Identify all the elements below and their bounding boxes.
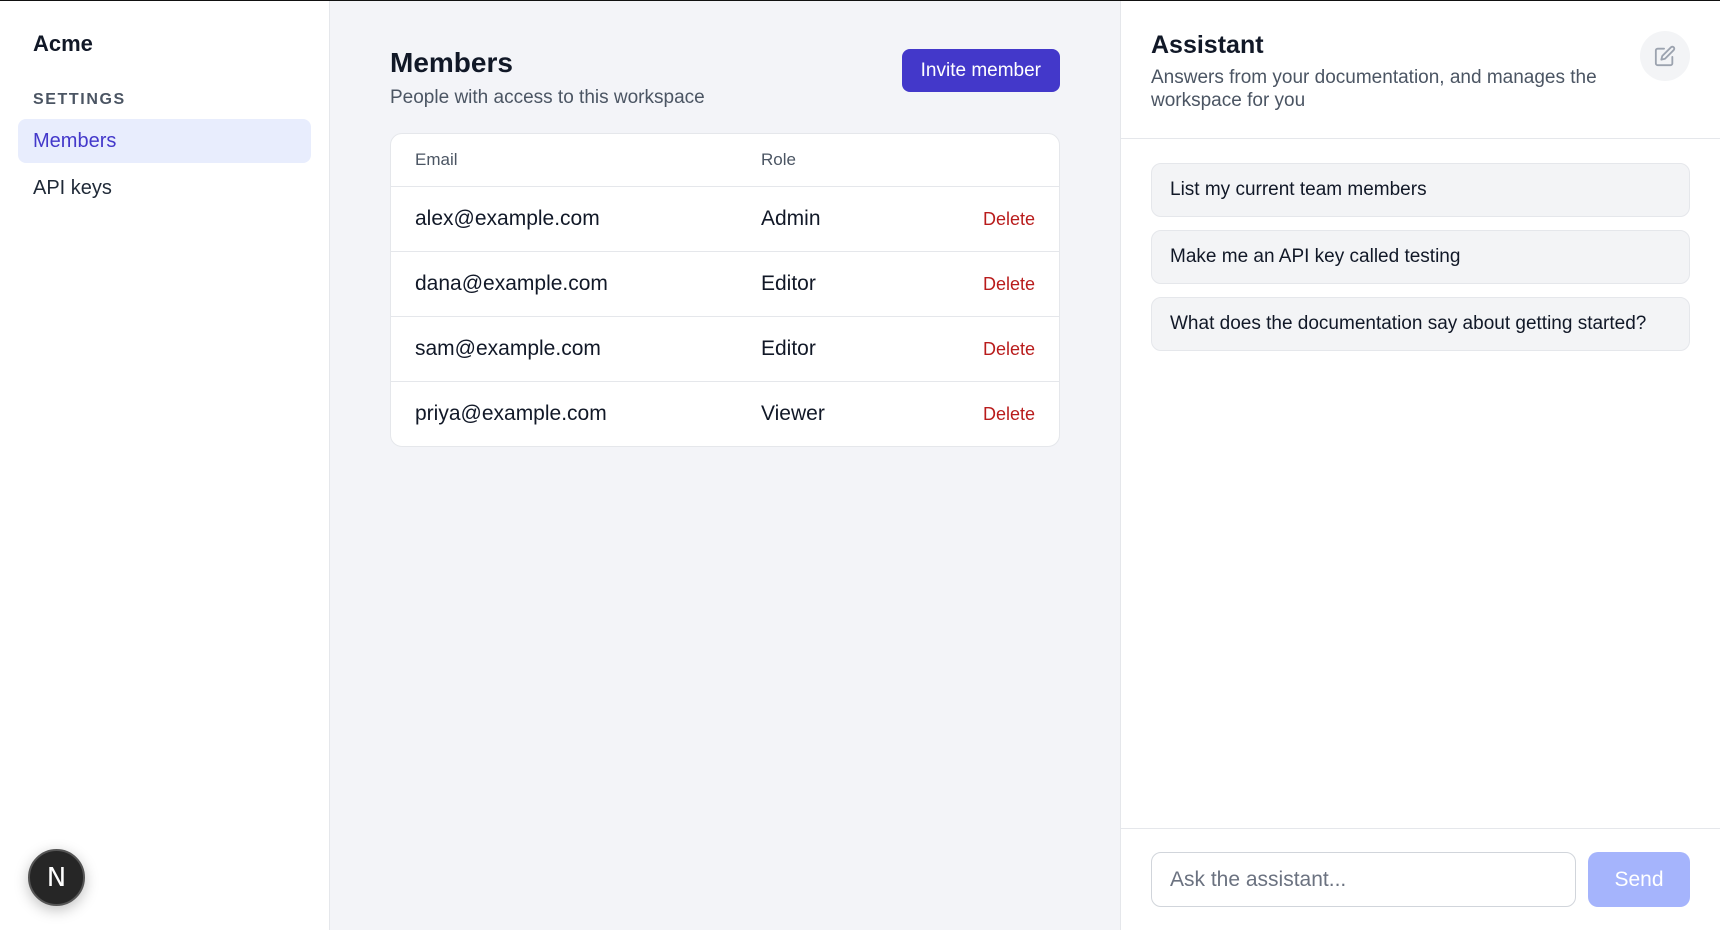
member-email: priya@example.com: [415, 402, 607, 425]
assistant-subtitle: Answers from your documentation, and man…: [1151, 67, 1597, 111]
members-table: Email Role alex@example.com Admin Delete…: [390, 133, 1060, 447]
assistant-panel: Assistant Answers from your documentatio…: [1120, 1, 1720, 930]
page-subtitle: People with access to this workspace: [390, 87, 705, 108]
member-email: alex@example.com: [415, 207, 600, 230]
nextjs-badge-button[interactable]: N: [28, 849, 85, 906]
member-email: dana@example.com: [415, 272, 608, 295]
n-logo-icon: N: [46, 862, 67, 893]
send-button[interactable]: Send: [1588, 852, 1690, 907]
delete-member-button[interactable]: Delete: [983, 209, 1035, 229]
member-role: Viewer: [761, 402, 825, 425]
member-role: Editor: [761, 337, 816, 360]
sidebar: Acme SETTINGS Members API keys N: [0, 1, 330, 930]
sidebar-item-api-keys[interactable]: API keys: [18, 166, 311, 210]
table-header-row: Email Role: [391, 134, 1059, 186]
members-panel: Members People with access to this works…: [330, 1, 1120, 930]
suggestion-chip[interactable]: List my current team members: [1151, 163, 1690, 217]
table-row: dana@example.com Editor Delete: [391, 251, 1059, 316]
page-title: Members: [390, 47, 513, 78]
suggestion-chip[interactable]: Make me an API key called testing: [1151, 230, 1690, 284]
table-row: alex@example.com Admin Delete: [391, 186, 1059, 251]
column-header-email: Email: [415, 150, 458, 169]
assistant-composer: Send: [1121, 828, 1720, 930]
member-role: Editor: [761, 272, 816, 295]
column-header-role: Role: [761, 150, 796, 169]
delete-member-button[interactable]: Delete: [983, 274, 1035, 294]
edit-icon: [1654, 45, 1676, 67]
member-role: Admin: [761, 207, 821, 230]
members-header: Members People with access to this works…: [390, 47, 1060, 109]
delete-member-button[interactable]: Delete: [983, 339, 1035, 359]
delete-member-button[interactable]: Delete: [983, 404, 1035, 424]
assistant-title: Assistant: [1151, 31, 1264, 59]
table-row: priya@example.com Viewer Delete: [391, 381, 1059, 446]
suggestion-list: List my current team members Make me an …: [1121, 139, 1720, 828]
sidebar-item-members[interactable]: Members: [18, 119, 311, 163]
table-row: sam@example.com Editor Delete: [391, 316, 1059, 381]
new-chat-button[interactable]: [1640, 31, 1690, 81]
assistant-input[interactable]: [1151, 852, 1576, 907]
brand-name: Acme: [33, 31, 93, 56]
app-window: Acme SETTINGS Members API keys N Members…: [0, 0, 1720, 930]
settings-section-label: SETTINGS: [33, 91, 126, 108]
invite-member-button[interactable]: Invite member: [901, 49, 1060, 92]
suggestion-chip[interactable]: What does the documentation say about ge…: [1151, 297, 1690, 351]
assistant-header: Assistant Answers from your documentatio…: [1121, 1, 1720, 139]
member-email: sam@example.com: [415, 337, 601, 360]
